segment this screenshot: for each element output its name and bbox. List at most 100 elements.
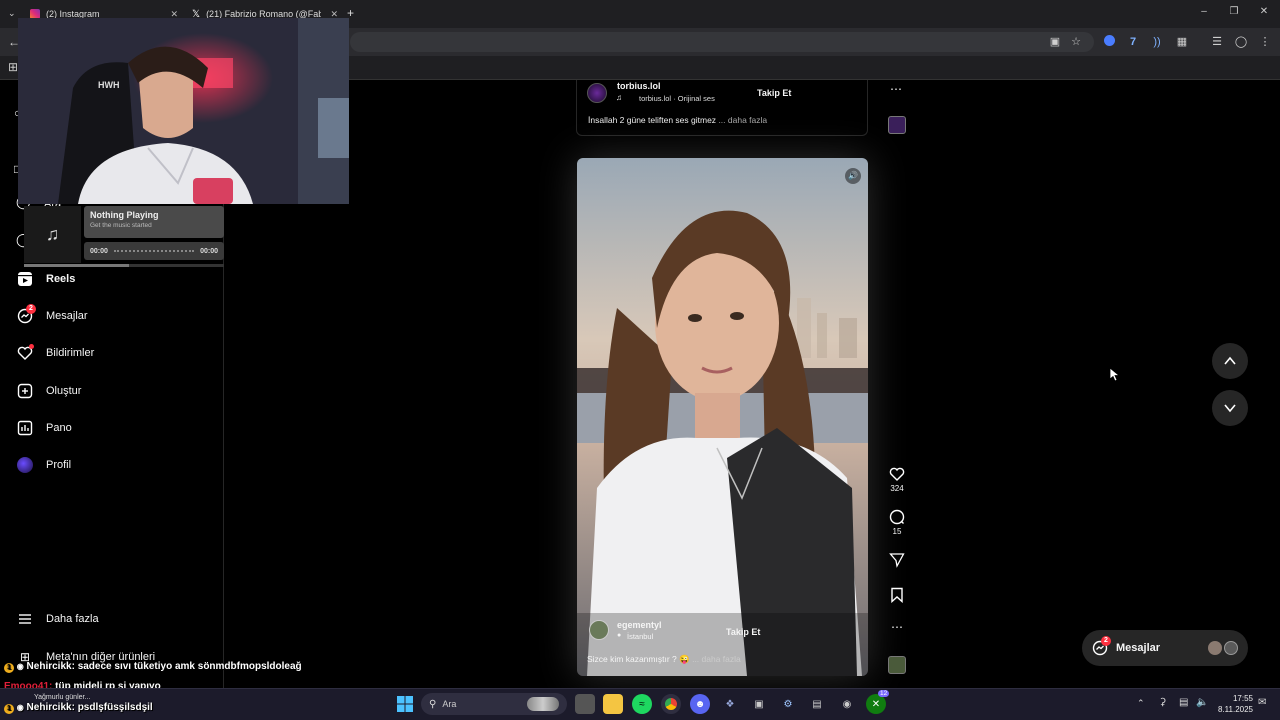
spotify-icon[interactable]: ≈ (632, 694, 652, 714)
messenger-icon: 2 (1092, 636, 1111, 656)
chat-text: sadece sıvı tüketiyo amk sönmdbfmopsldol… (77, 661, 302, 672)
sidebar-item-create[interactable]: Oluştur (16, 379, 81, 403)
network-icon[interactable]: ▤ (1179, 697, 1188, 708)
reel-video-frame (577, 158, 868, 676)
notification-badge: 2 (26, 304, 36, 314)
music-note-tile[interactable]: ♫ (24, 206, 81, 263)
sidebar-item-label: Daha fazla (46, 613, 99, 625)
caption-more-link[interactable]: ... daha fazla (692, 654, 741, 664)
bookmark-star-icon[interactable]: ☆ (1069, 35, 1083, 49)
reel-username[interactable]: egementyl (617, 620, 662, 630)
next-reel-button[interactable] (1212, 390, 1248, 426)
more-options-icon[interactable]: ⋯ (890, 82, 902, 96)
hamburger-menu-icon (16, 610, 34, 628)
chat-badge-icon: 1 (4, 704, 14, 714)
xbox-icon[interactable]: ✕ 12 (866, 690, 890, 714)
chat-message: 1 ◉ Nehircikk: psdlşfüsşilsdşil (4, 702, 153, 714)
reel-location[interactable]: İstanbul (627, 632, 653, 641)
sidebar-item-reels[interactable]: Reels (16, 267, 75, 291)
omnibox-input[interactable] (350, 32, 1094, 52)
notifications-icon[interactable]: ✉ (1258, 697, 1266, 708)
profile-icon[interactable]: ◯ (1234, 35, 1248, 49)
discord-icon[interactable]: ☻ (690, 694, 710, 714)
caption-more-link[interactable]: ... daha fazla (718, 115, 767, 125)
now-playing-title: Nothing Playing (90, 210, 159, 220)
now-playing-subtitle: Get the music started (90, 222, 152, 229)
follow-button[interactable]: Takip Et (726, 627, 760, 637)
heart-icon (889, 467, 905, 481)
avatar[interactable] (587, 83, 607, 103)
app-gear-icon[interactable]: ❖ (720, 694, 740, 714)
tab-search-chevron-icon[interactable]: ⌄ (8, 8, 16, 19)
now-playing-card: Nothing Playing Get the music started (84, 206, 224, 238)
volume-icon[interactable]: 🔈 (1196, 697, 1208, 708)
post-caption: İnsallah 2 güne teliften ses gitmez ... … (588, 115, 767, 125)
translate-extension-icon[interactable]: 7 (1126, 35, 1140, 49)
reels-icon (16, 270, 34, 288)
comment-icon (889, 509, 905, 525)
chrome-icon[interactable] (661, 694, 681, 714)
sidebar-item-profile[interactable]: Profil (16, 453, 71, 477)
weather-widget-text[interactable]: Yağmurlu günler... (34, 694, 90, 701)
audio-thumbnail[interactable] (888, 116, 906, 134)
music-note-icon: ♫ (45, 224, 60, 244)
post-username[interactable]: torbius.lol (617, 81, 661, 91)
minimize-button[interactable]: – (1197, 6, 1211, 17)
webcam-feed-image: HWH (18, 18, 349, 204)
steam-icon[interactable]: ⚙ (778, 694, 798, 714)
sidebar-item-dashboard[interactable]: Pano (16, 416, 72, 440)
apps-grid-icon[interactable]: ⊞ (8, 60, 18, 74)
notification-dot (29, 344, 34, 349)
previous-reel-button[interactable] (1212, 343, 1248, 379)
close-window-button[interactable]: ✕ (1257, 6, 1271, 17)
extensions-puzzle-icon[interactable]: ▦ (1175, 35, 1189, 49)
search-highlight-image (527, 697, 559, 711)
like-count: 324 (890, 484, 904, 493)
follow-button[interactable]: Takip Et (757, 88, 791, 98)
app-record-icon[interactable]: ◉ (837, 694, 857, 714)
taskbar-search-input[interactable]: ⚲ Ara (421, 693, 567, 715)
audio-extension-icon[interactable]: )) (1150, 35, 1164, 49)
media-control-icon[interactable]: ☰ (1210, 35, 1224, 49)
audio-thumbnail[interactable] (888, 656, 906, 674)
mic-icon: ◉ (16, 703, 24, 712)
messages-pill-button[interactable]: 2 Mesajlar (1082, 630, 1248, 666)
tray-chevron-icon[interactable]: ⌃ (1137, 698, 1145, 709)
app-window-icon[interactable]: ▣ (749, 694, 769, 714)
sidebar-item-label: Mesajlar (46, 310, 88, 322)
save-action[interactable] (886, 587, 908, 605)
comment-action[interactable]: 15 (886, 509, 908, 536)
microphone-icon[interactable]: ⚳ (1159, 697, 1166, 708)
install-app-icon[interactable]: ▣ (1048, 35, 1062, 49)
progress-track[interactable] (113, 250, 195, 252)
avatar[interactable] (589, 620, 609, 640)
sidebar-item-notifications[interactable]: Bildirimler (16, 341, 94, 365)
browser-menu-icon[interactable]: ⋮ (1258, 35, 1272, 49)
share-action[interactable] (886, 552, 908, 570)
chevron-up-icon (1224, 356, 1236, 365)
extension-blue-icon[interactable] (1102, 35, 1116, 49)
notification-badge: 2 (1101, 636, 1111, 646)
like-action[interactable]: 324 (886, 466, 908, 493)
more-options-icon[interactable]: ⋯ (886, 620, 908, 634)
notification-badge: 12 (878, 690, 890, 697)
sidebar-item-label: Reels (46, 273, 76, 285)
file-explorer-icon[interactable] (603, 694, 623, 714)
sidebar-item-messages[interactable]: 2 Mesajlar (16, 304, 88, 328)
maximize-button[interactable]: ❐ (1227, 6, 1241, 17)
clock-time: 17:55 (1232, 694, 1253, 703)
chat-user: Nehircikk: (26, 661, 75, 672)
clock[interactable]: 17:55 8.11.2025 (1215, 693, 1253, 715)
mic-icon: ◉ (16, 662, 24, 671)
sidebar-item-more[interactable]: Daha fazla (16, 607, 99, 631)
task-view-icon[interactable] (575, 694, 595, 714)
post-audio[interactable]: torbius.lol · Orijinal ses (639, 94, 715, 103)
volume-icon[interactable]: 🔊 (845, 168, 861, 184)
dashboard-icon (16, 419, 34, 437)
app-monitor-icon[interactable]: ▤ (807, 694, 827, 714)
windows-start-icon[interactable] (395, 694, 415, 714)
reel-video[interactable]: 🔊 egementyl ● İstanbul Takip Et Sizce ki… (577, 158, 868, 676)
avatar (1224, 641, 1238, 655)
messenger-icon: 2 (16, 304, 36, 325)
caption-text: İnsallah 2 güne teliften ses gitmez (588, 115, 717, 125)
